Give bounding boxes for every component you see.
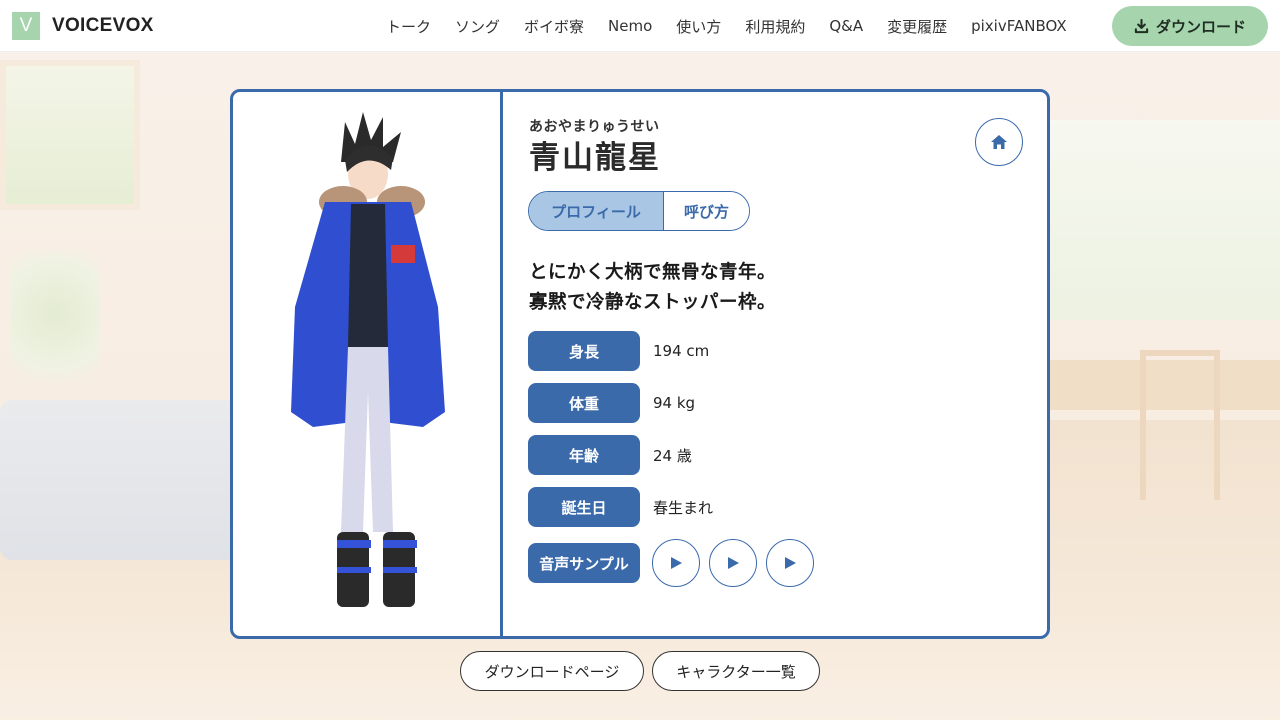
character-card: あおやまりゅうせい 青山龍星 プロフィール 呼び方 とにかく大柄で無骨な青年。 …: [230, 89, 1050, 639]
download-page-button[interactable]: ダウンロードページ: [460, 651, 644, 691]
profile-row-height: 身長 194 cm: [528, 331, 814, 371]
character-illustration: [291, 112, 445, 607]
nav-howto[interactable]: 使い方: [676, 16, 721, 37]
nav-changelog[interactable]: 変更履歴: [887, 16, 947, 37]
row-label: 誕生日: [528, 487, 640, 527]
download-icon: [1134, 18, 1149, 33]
play-icon: [785, 557, 796, 569]
character-name: 青山龍星: [529, 140, 661, 176]
logo-text: VOICEVOX: [52, 14, 154, 36]
profile-tabs: プロフィール 呼び方: [528, 191, 750, 231]
home-icon: [991, 135, 1007, 149]
play-icon: [728, 557, 739, 569]
sample-play-button-1[interactable]: [652, 539, 700, 587]
row-label: 身長: [528, 331, 640, 371]
nav-talk[interactable]: トーク: [386, 16, 431, 37]
footer-buttons: ダウンロードページ キャラクター一覧: [460, 651, 820, 691]
row-value: 94 kg: [653, 394, 696, 412]
nav-qa[interactable]: Q&A: [829, 17, 863, 35]
nav-song[interactable]: ソング: [455, 16, 500, 37]
tab-call-names[interactable]: 呼び方: [663, 192, 749, 230]
nav-fanbox[interactable]: pixivFANBOX: [971, 17, 1067, 35]
voice-samples-row: 音声サンプル: [528, 539, 814, 587]
sample-play-button-2[interactable]: [709, 539, 757, 587]
download-button-label: ダウンロード: [1155, 17, 1246, 36]
catchphrase-line-2: 寡黙で冷静なストッパー枠。: [529, 292, 777, 313]
main-nav: トーク ソング ボイボ寮 Nemo 使い方 利用規約 Q&A 変更履歴 pixi…: [386, 0, 1067, 52]
row-value: 24 歳: [653, 446, 692, 465]
sample-play-button-3[interactable]: [766, 539, 814, 587]
tab-profile[interactable]: プロフィール: [529, 192, 663, 230]
row-value: 春生まれ: [653, 498, 714, 517]
nav-nemo[interactable]: Nemo: [608, 17, 652, 35]
profile-row-birthday: 誕生日 春生まれ: [528, 487, 814, 527]
nav-dorm[interactable]: ボイボ寮: [524, 16, 584, 37]
download-button[interactable]: ダウンロード: [1112, 6, 1268, 46]
profile-row-weight: 体重 94 kg: [528, 383, 814, 423]
logo[interactable]: V VOICEVOX: [12, 11, 154, 40]
play-icon: [671, 557, 682, 569]
nav-terms[interactable]: 利用規約: [745, 16, 805, 37]
row-label: 体重: [528, 383, 640, 423]
row-label: 年齢: [528, 435, 640, 475]
site-header: V VOICEVOX トーク ソング ボイボ寮 Nemo 使い方 利用規約 Q&…: [0, 0, 1280, 52]
row-label: 音声サンプル: [528, 543, 640, 583]
row-value: 194 cm: [653, 342, 710, 360]
character-portrait: [233, 92, 503, 636]
profile-table: 身長 194 cm 体重 94 kg 年齢 24 歳 誕生日 春生まれ 音声サン…: [528, 331, 814, 599]
home-button[interactable]: [975, 118, 1023, 166]
profile-row-age: 年齢 24 歳: [528, 435, 814, 475]
logo-mark: V: [12, 11, 40, 40]
character-list-button[interactable]: キャラクター一覧: [652, 651, 820, 691]
catchphrase-line-1: とにかく大柄で無骨な青年。: [529, 262, 777, 283]
catchphrase: とにかく大柄で無骨な青年。 寡黙で冷静なストッパー枠。: [529, 258, 776, 318]
profile-pane: あおやまりゅうせい 青山龍星 プロフィール 呼び方 とにかく大柄で無骨な青年。 …: [506, 92, 1047, 636]
